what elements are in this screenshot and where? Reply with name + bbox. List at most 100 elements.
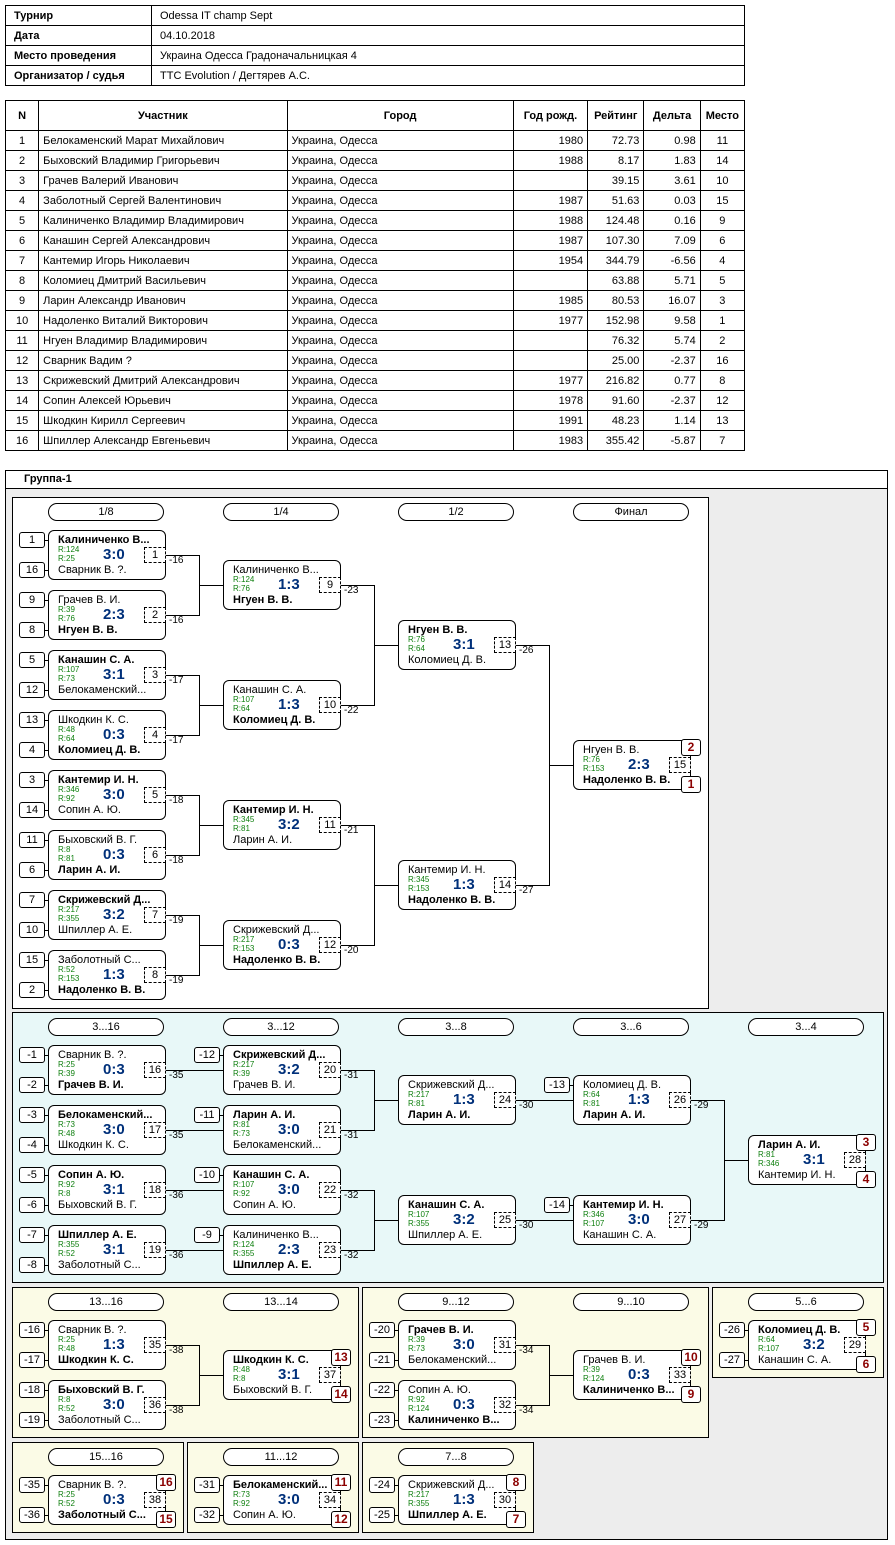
place-badge: 15	[156, 1511, 176, 1528]
column-header: Дельта	[643, 100, 701, 131]
player-top-rating: R:124	[233, 575, 255, 584]
seed-box: 6	[19, 862, 45, 878]
seed-stub-line	[45, 1235, 48, 1236]
player-bottom-name: Кантемир И. Н.	[758, 1169, 836, 1181]
seed-box: -36	[19, 1507, 45, 1523]
player-bottom-name: Грачев В. И.	[58, 1079, 124, 1091]
player-bottom-name: Калиниченко В...	[583, 1384, 675, 1396]
connector-line	[549, 765, 573, 766]
column-header: Рейтинг	[587, 100, 645, 131]
player-bottom-name: Надоленко В. В.	[233, 954, 321, 966]
table-cell: Украина, Одесса	[286, 430, 514, 451]
seed-box: -13	[544, 1077, 570, 1093]
table-row: 1 Белокаменский Марат Михайлович Украина, …	[4, 130, 746, 151]
table-cell	[512, 170, 589, 191]
table-cell: 14	[4, 390, 40, 411]
player-top-rating: R:217	[58, 905, 80, 914]
connector-line	[341, 585, 374, 586]
player-top-rating: R:39	[583, 1365, 600, 1374]
seed-stub-line	[220, 1235, 223, 1236]
seed-stub-line	[45, 1515, 48, 1516]
match-score: 1:3	[453, 1091, 475, 1108]
seed-box: -22	[369, 1382, 395, 1398]
info-value: Odessa IT champ Sept	[151, 5, 745, 26]
info-key: Турнир	[5, 5, 152, 26]
match-number: 18	[144, 1182, 166, 1198]
player-bottom-rating: R:346	[758, 1159, 780, 1168]
table-cell: 4	[4, 190, 40, 211]
player-bottom-rating: R:52	[58, 1499, 75, 1508]
player-bottom-rating: R:76	[233, 584, 250, 593]
match-score: 0:3	[103, 1491, 125, 1508]
player-bottom-name: Надоленко В. В.	[583, 774, 671, 786]
table-row: 7 Кантемир Игорь Николаевич Украина, Одесс…	[4, 250, 746, 271]
info-key: Организатор / судья	[5, 65, 152, 86]
round-label: 1/4	[223, 503, 339, 521]
table-cell: 1.14	[643, 410, 701, 431]
player-top-rating: R:107	[233, 1180, 255, 1189]
group-title: Группа-1	[5, 470, 888, 489]
table-row: 8 Коломиец Дмитрий Васильевич Украина, Оде…	[4, 270, 746, 291]
column-header: N	[4, 100, 40, 131]
connector-line	[516, 1220, 573, 1221]
match-box: Сварник В. ?. R:25 R:39 0:3 16 Грачев В. И.	[48, 1045, 166, 1095]
table-cell: Украина, Одесса	[286, 210, 514, 231]
match-number: 14	[494, 877, 516, 893]
connector-line	[516, 1345, 549, 1346]
table-cell: Украина, Одесса	[286, 230, 514, 251]
table-cell: Ларин Александр Иванович	[38, 290, 288, 311]
connector-line	[516, 1405, 549, 1406]
player-top-rating: R:92	[408, 1395, 425, 1404]
info-key: Место проведения	[5, 45, 152, 66]
player-top-rating: R:64	[583, 1090, 600, 1099]
loser-destination: -29	[694, 1100, 709, 1111]
match-box: Скрижевский Д... R:217 R:39 3:2 20 Грачев В. …	[223, 1045, 341, 1095]
round-label: 11...12	[223, 1448, 339, 1466]
connector-line	[341, 1250, 374, 1251]
connector-line	[549, 1375, 573, 1376]
table-cell: 10	[4, 310, 40, 331]
round-label: 1/2	[398, 503, 514, 521]
player-top-rating: R:107	[408, 1210, 430, 1219]
table-cell: 2	[699, 330, 746, 351]
match-number: 38	[144, 1492, 166, 1508]
round-label: 15...16	[48, 1448, 164, 1466]
loser-destination: -32	[344, 1190, 359, 1201]
loser-destination: -16	[169, 555, 184, 566]
match-number: 26	[669, 1092, 691, 1108]
player-bottom-rating: R:81	[408, 1099, 425, 1108]
loser-destination: -29	[694, 1220, 709, 1231]
player-bottom-name: Канашин С. А.	[758, 1354, 832, 1366]
player-bottom-name: Сопин А. Ю.	[58, 804, 121, 816]
loser-destination: -35	[169, 1070, 184, 1081]
match-number: 17	[144, 1122, 166, 1138]
table-cell: 16	[699, 350, 746, 371]
player-top-rating: R:107	[58, 665, 80, 674]
place-badge: 13	[331, 1349, 351, 1366]
seed-box: 4	[19, 742, 45, 758]
table-cell: Сопин Алексей Юрьевич	[38, 390, 288, 411]
match-box: Кантемир И. Н. R:346 R:107 3:0 27 Канашин С. …	[573, 1195, 691, 1245]
match-score: 3:2	[278, 1061, 300, 1078]
player-bottom-rating: R:73	[408, 1344, 425, 1353]
player-bottom-name: Сопин А. Ю.	[233, 1509, 296, 1521]
match-box: Шпиллер А. Е. R:355 R:52 3:1 19 Заболотный С.…	[48, 1225, 166, 1275]
round-label: 5...6	[748, 1293, 864, 1311]
match-score: 0:3	[103, 846, 125, 863]
match-score: 3:0	[278, 1491, 300, 1508]
table-cell: 11	[4, 330, 40, 351]
seed-box: -8	[19, 1257, 45, 1273]
table-row: 4 Заболотный Сергей Валентинович Украина, …	[4, 190, 746, 211]
table-cell: 3.61	[643, 170, 701, 191]
table-cell: 216.82	[587, 370, 645, 391]
seed-box: -32	[194, 1507, 220, 1523]
match-score: 3:1	[103, 1181, 125, 1198]
player-bottom-name: Надоленко В. В.	[58, 984, 146, 996]
seed-box: -4	[19, 1137, 45, 1153]
place-badge: 9	[681, 1386, 701, 1403]
table-cell: 0.98	[643, 130, 701, 151]
loser-destination: -34	[519, 1345, 534, 1356]
table-cell: 3	[699, 290, 746, 311]
match-score: 3:0	[278, 1121, 300, 1138]
table-cell: Украина, Одесса	[286, 410, 514, 431]
